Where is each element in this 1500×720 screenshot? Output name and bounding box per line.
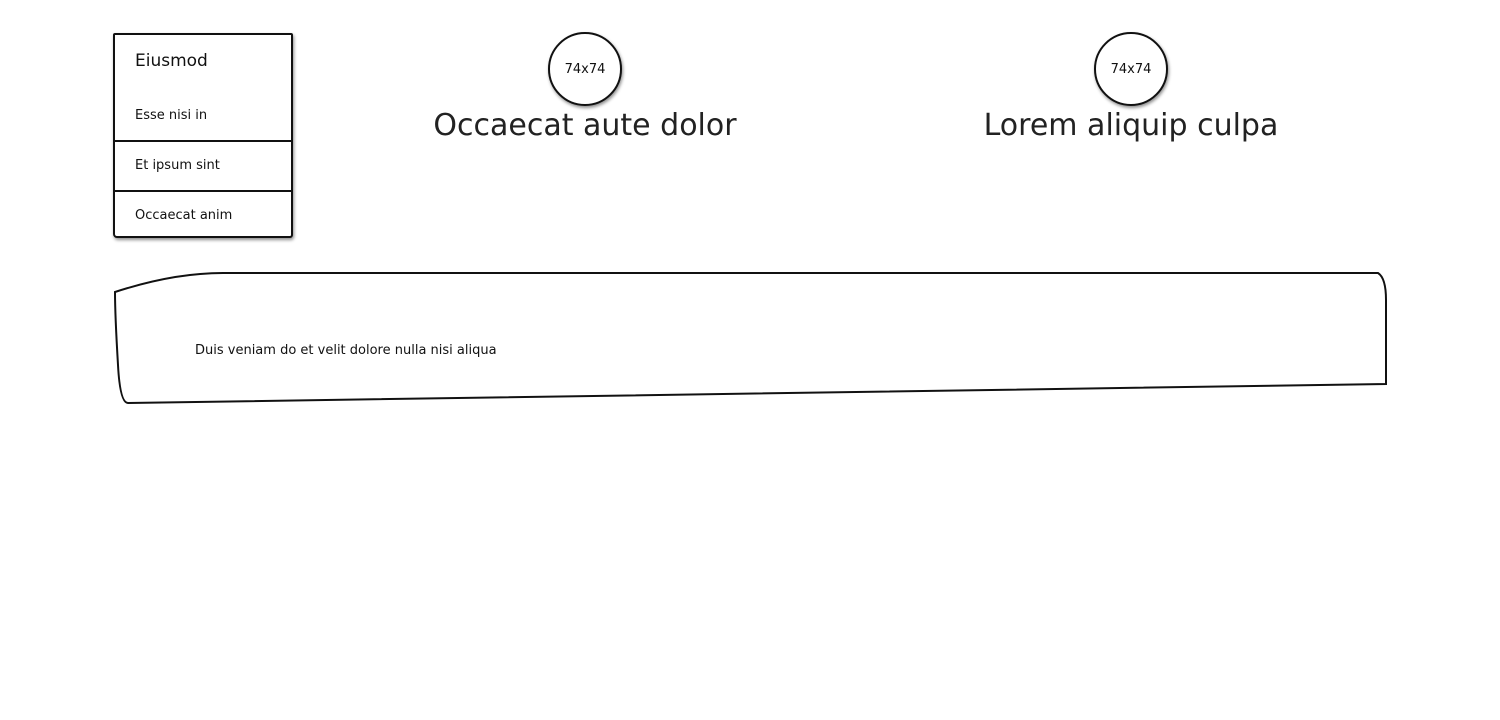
avatar-placeholder: 74x74 — [548, 32, 622, 106]
avatar-label: 74x74 — [564, 61, 606, 77]
menu-header: Eiusmod — [135, 51, 208, 71]
profile-title: Occaecat aute dolor — [433, 108, 737, 143]
avatar-label: 74x74 — [1110, 61, 1152, 77]
profile-title: Lorem aliquip culpa — [983, 108, 1279, 143]
note-box-outline — [113, 272, 1387, 405]
menu-card: Eiusmod Esse nisi in Et ipsum sint Occae… — [113, 33, 293, 238]
menu-item-et-ipsum-sint[interactable]: Et ipsum sint — [135, 158, 220, 173]
text-note-box: Duis veniam do et velit dolore nulla nis… — [113, 270, 1389, 410]
profile-card-left: 74x74 Occaecat aute dolor — [415, 32, 755, 143]
menu-divider — [115, 190, 291, 192]
avatar-placeholder: 74x74 — [1094, 32, 1168, 106]
menu-divider — [115, 140, 291, 142]
menu-item-occaecat-anim[interactable]: Occaecat anim — [135, 208, 232, 223]
note-text: Duis veniam do et velit dolore nulla nis… — [195, 343, 497, 358]
menu-item-esse-nisi-in[interactable]: Esse nisi in — [135, 108, 207, 123]
profile-card-right: 74x74 Lorem aliquip culpa — [961, 32, 1301, 143]
